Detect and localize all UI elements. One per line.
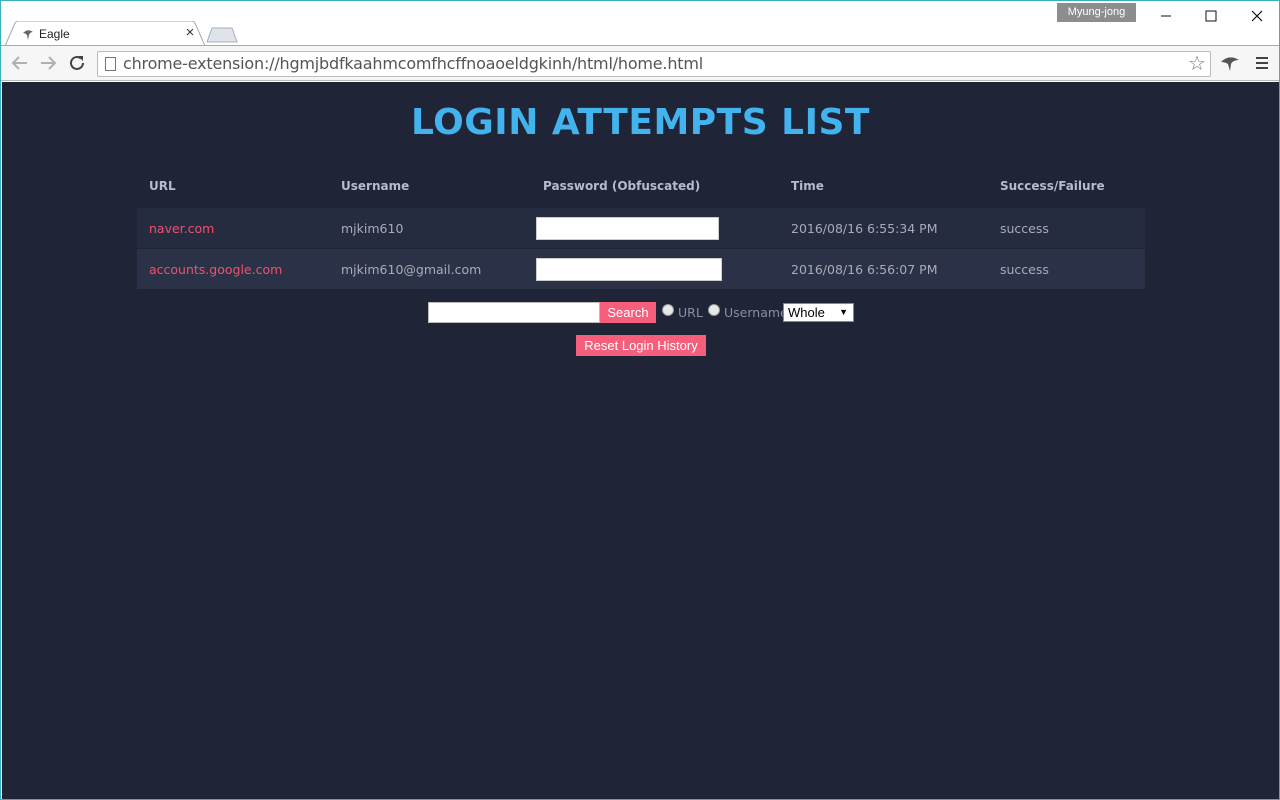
row-password-field[interactable] bbox=[536, 217, 719, 240]
search-input[interactable] bbox=[428, 302, 600, 323]
tab-shape bbox=[5, 21, 205, 46]
eagle-extension-icon[interactable] bbox=[1219, 52, 1241, 74]
column-header-time: Time bbox=[791, 179, 824, 193]
maximize-icon[interactable] bbox=[1196, 5, 1226, 27]
tab-close-icon[interactable]: × bbox=[182, 24, 198, 42]
page-content: LOGIN ATTEMPTS LIST URL Username Passwor… bbox=[2, 82, 1279, 799]
back-icon[interactable] bbox=[9, 52, 31, 74]
minimize-icon[interactable] bbox=[1151, 5, 1181, 27]
new-tab-button[interactable] bbox=[206, 27, 238, 43]
radio-url-label: URL bbox=[678, 305, 703, 320]
menu-icon[interactable] bbox=[1251, 52, 1273, 74]
browser-window: Eagle × Myung-jong chrome-extension://hg… bbox=[0, 0, 1280, 800]
browser-toolbar: chrome-extension://hgmjbdfkaahmcomfhcffn… bbox=[1, 45, 1279, 81]
bookmark-star-icon[interactable]: ☆ bbox=[1186, 53, 1208, 75]
column-header-username: Username bbox=[341, 179, 410, 193]
address-bar[interactable]: chrome-extension://hgmjbdfkaahmcomfhcffn… bbox=[97, 51, 1211, 77]
search-button[interactable]: Search bbox=[600, 302, 656, 323]
title-bar: Eagle × Myung-jong bbox=[1, 1, 1279, 46]
row-time: 2016/08/16 6:55:34 PM bbox=[791, 221, 938, 236]
row-password-field[interactable] bbox=[536, 258, 722, 281]
reload-icon[interactable] bbox=[66, 52, 88, 74]
row-url-link[interactable]: accounts.google.com bbox=[149, 262, 282, 277]
radio-username[interactable] bbox=[708, 304, 720, 316]
row-status: success bbox=[1000, 221, 1049, 236]
eagle-favicon-icon bbox=[21, 27, 35, 41]
row-username: mjkim610@gmail.com bbox=[341, 262, 482, 277]
profile-badge[interactable]: Myung-jong bbox=[1057, 3, 1136, 22]
row-username: mjkim610 bbox=[341, 221, 404, 236]
login-attempts-table: URL Username Password (Obfuscated) Time … bbox=[137, 167, 1145, 289]
row-url-link[interactable]: naver.com bbox=[149, 221, 214, 236]
row-status: success bbox=[1000, 262, 1049, 277]
column-header-status: Success/Failure bbox=[1000, 179, 1105, 193]
reset-login-history-button[interactable]: Reset Login History bbox=[576, 335, 706, 356]
radio-username-label: Username bbox=[724, 305, 788, 320]
close-window-icon[interactable] bbox=[1242, 5, 1272, 27]
search-scope-value: Whole bbox=[788, 305, 825, 320]
table-row: naver.com mjkim610 2016/08/16 6:55:34 PM… bbox=[137, 208, 1145, 248]
forward-icon[interactable] bbox=[37, 52, 59, 74]
table-header: URL Username Password (Obfuscated) Time … bbox=[137, 167, 1145, 207]
page-icon bbox=[105, 57, 116, 71]
row-time: 2016/08/16 6:56:07 PM bbox=[791, 262, 938, 277]
url-text[interactable]: chrome-extension://hgmjbdfkaahmcomfhcffn… bbox=[123, 55, 703, 73]
search-scope-select[interactable]: Whole ▼ bbox=[783, 303, 854, 322]
tab-title[interactable]: Eagle bbox=[39, 26, 70, 42]
column-header-url: URL bbox=[149, 179, 176, 193]
dropdown-arrow-icon: ▼ bbox=[839, 307, 848, 317]
page-title: LOGIN ATTEMPTS LIST bbox=[410, 102, 870, 143]
radio-url[interactable] bbox=[662, 304, 674, 316]
table-row: accounts.google.com mjkim610@gmail.com 2… bbox=[137, 249, 1145, 289]
column-header-password: Password (Obfuscated) bbox=[543, 179, 701, 193]
